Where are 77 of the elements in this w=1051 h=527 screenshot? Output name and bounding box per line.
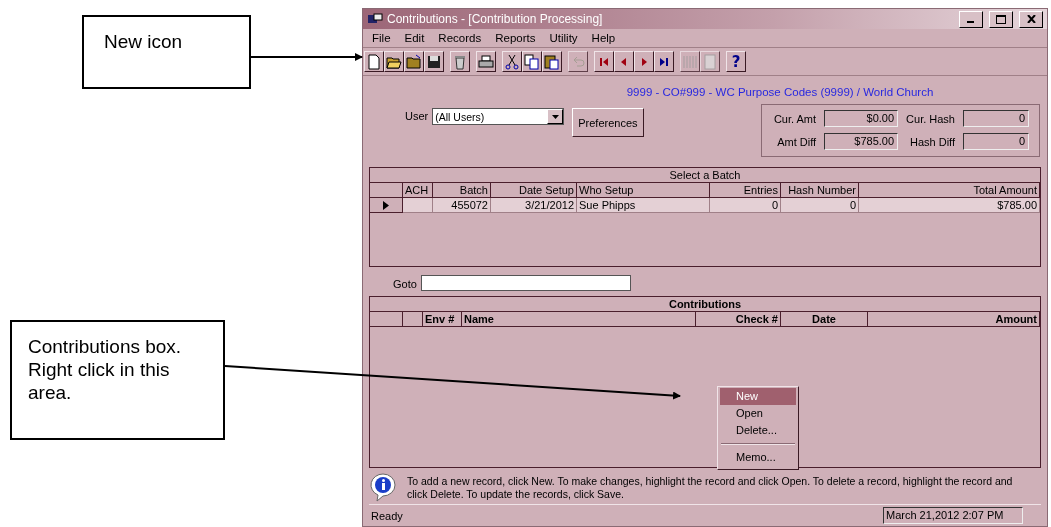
- printer-icon: [478, 53, 494, 70]
- help-toolbar-button[interactable]: ?: [726, 51, 746, 72]
- total-value: 0: [963, 110, 1029, 127]
- paste-toolbar-button[interactable]: [542, 51, 562, 72]
- column-header[interactable]: Date: [781, 312, 868, 327]
- total-label: Hash Diff: [908, 135, 955, 148]
- total-label: Cur. Amt: [773, 112, 817, 125]
- total-value: 0: [963, 133, 1029, 150]
- total-value: $785.00: [824, 133, 899, 150]
- open-toolbar-button[interactable]: [384, 51, 404, 72]
- total-value: $0.00: [824, 110, 899, 127]
- close-icon: [1026, 15, 1036, 23]
- menu-item[interactable]: Help: [584, 31, 623, 45]
- total-label: Amt Diff: [776, 135, 817, 148]
- table-cell: [403, 198, 433, 213]
- column-header: [403, 312, 423, 327]
- next-toolbar-button[interactable]: [634, 51, 654, 72]
- menu-item[interactable]: Reports: [488, 31, 543, 45]
- save-icon: [426, 53, 442, 70]
- total-label: Cur. Hash: [906, 112, 955, 125]
- menu-item[interactable]: File: [365, 31, 398, 45]
- column-header[interactable]: Env #: [423, 312, 462, 327]
- context-menu-item[interactable]: Delete...: [720, 422, 796, 439]
- print-toolbar-button[interactable]: [476, 51, 496, 72]
- menu-item[interactable]: Records: [431, 31, 489, 45]
- window-title: Contributions - [Contribution Processing]: [387, 12, 604, 26]
- user-dropdown[interactable]: (All Users): [432, 108, 565, 125]
- organization-header: 9999 - CO#999 - WC Purpose Codes (9999) / World Church: [625, 86, 935, 98]
- table-cell: $785.00: [859, 198, 1040, 213]
- copy-toolbar-button[interactable]: [522, 51, 542, 72]
- close-button[interactable]: [1019, 10, 1043, 28]
- column-header[interactable]: Name: [462, 312, 696, 327]
- table-cell: 3/21/2012: [491, 198, 577, 213]
- app-icon: [367, 13, 383, 25]
- document-icon: [702, 53, 718, 70]
- context-menu-item[interactable]: Memo...: [720, 449, 796, 466]
- column-header[interactable]: Amount: [868, 312, 1040, 327]
- table-cell: Sue Phipps: [577, 198, 710, 213]
- dropdown-caret-icon: [551, 114, 559, 119]
- copy-icon: [524, 53, 540, 70]
- preferences-button[interactable]: Preferences: [572, 108, 644, 137]
- folder-icon: [406, 53, 422, 70]
- menu-item[interactable]: Utility: [542, 31, 585, 45]
- context-menu-item[interactable]: New: [720, 388, 796, 405]
- grid-title: Select a Batch: [370, 168, 1040, 183]
- user-label: User: [405, 109, 429, 122]
- first-toolbar-button[interactable]: [594, 51, 614, 72]
- prev-toolbar-button[interactable]: [614, 51, 634, 72]
- grid-title: Contributions: [370, 297, 1040, 312]
- new-toolbar-button[interactable]: [364, 51, 384, 72]
- callout-note: Contributions box. Right click in this area.: [10, 320, 225, 440]
- info-icon: [369, 472, 397, 502]
- columns-icon: [682, 53, 698, 70]
- delete-toolbar-button[interactable]: [450, 51, 470, 72]
- last-toolbar-button[interactable]: [654, 51, 674, 72]
- column-header[interactable]: Check #: [696, 312, 781, 327]
- maximize-icon: [996, 14, 1006, 24]
- trash-icon: [452, 53, 468, 70]
- cut-toolbar-button[interactable]: [502, 51, 522, 72]
- save-toolbar-button[interactable]: [424, 51, 444, 72]
- table-cell: 0: [710, 198, 781, 213]
- menu-item[interactable]: Edit: [397, 31, 432, 45]
- paste-icon: [544, 53, 560, 70]
- table-cell: 0: [781, 198, 859, 213]
- new-document-icon: [366, 53, 382, 70]
- help-text: To add a new record, click New. To make changes, highlight the record and click Open. To delete a record, highlight the record and click Delete. To update the records, click Save.: [407, 474, 1014, 502]
- minimize-button[interactable]: [959, 10, 983, 28]
- folder-toolbar-button[interactable]: [404, 51, 424, 72]
- scissors-icon: [504, 53, 520, 70]
- table-cell: 455072: [433, 198, 491, 213]
- status-datetime: March 21,2012 2:07 PM: [883, 507, 1023, 524]
- goto-field[interactable]: [420, 275, 631, 291]
- maximize-button[interactable]: [989, 10, 1013, 28]
- context-menu-item[interactable]: Open: [720, 405, 796, 422]
- callout-note: New icon: [82, 15, 251, 89]
- status-message: Ready: [371, 509, 404, 522]
- goto-label: Goto: [393, 277, 417, 290]
